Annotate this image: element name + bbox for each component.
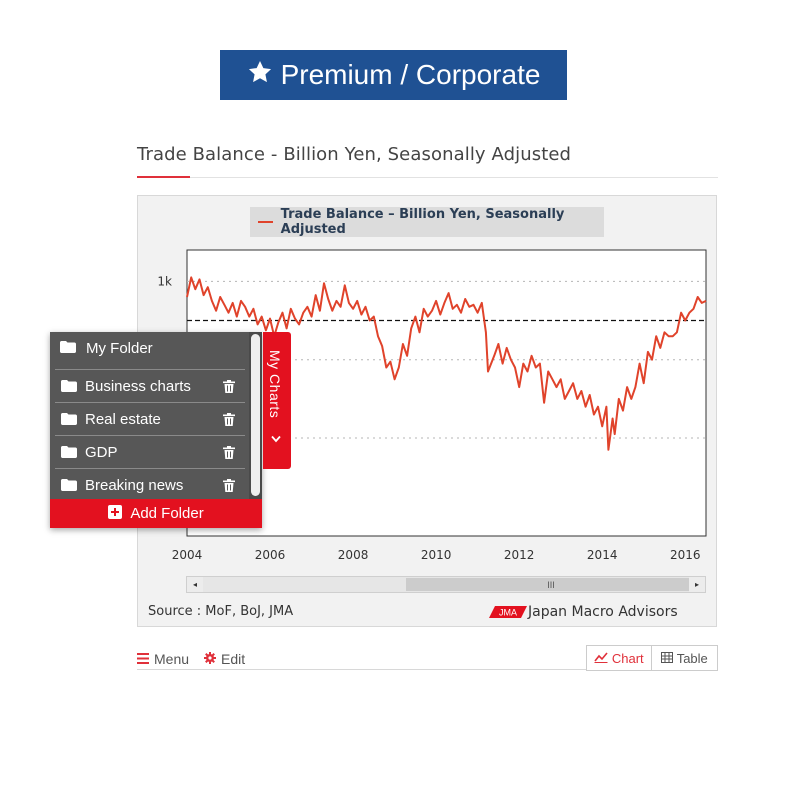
folder-panel: My Folder Business charts Real estate GD… bbox=[50, 332, 262, 528]
brand-name: Japan Macro Advisors bbox=[528, 604, 678, 620]
folder-list: My Folder Business charts Real estate GD… bbox=[50, 332, 262, 499]
scroll-right-arrow-icon: ▸ bbox=[694, 580, 699, 589]
jma-logo-icon: JMA bbox=[489, 606, 527, 618]
folder-icon bbox=[60, 340, 76, 357]
folder-icon bbox=[61, 413, 77, 425]
folder-item-label: Real estate bbox=[85, 410, 161, 428]
my-charts-tab[interactable]: My Charts bbox=[263, 332, 291, 469]
folder-icon bbox=[61, 446, 77, 458]
folder-item-breaking-news[interactable]: Breaking news bbox=[55, 468, 245, 501]
folder-icon bbox=[61, 479, 77, 491]
line-chart-icon bbox=[594, 651, 608, 666]
folder-item-business-charts[interactable]: Business charts bbox=[55, 369, 245, 402]
trash-icon[interactable] bbox=[223, 412, 235, 426]
folder-item-real-estate[interactable]: Real estate bbox=[55, 402, 245, 435]
my-folder-header[interactable]: My Folder bbox=[60, 340, 153, 357]
plus-icon bbox=[108, 504, 123, 523]
folder-item-label: GDP bbox=[85, 443, 118, 461]
folder-item-label: Breaking news bbox=[85, 476, 184, 494]
table-view-button[interactable]: Table bbox=[652, 646, 718, 670]
folder-scrollbar[interactable] bbox=[249, 332, 262, 499]
add-folder-button[interactable]: Add Folder bbox=[50, 499, 262, 528]
chart-legend[interactable]: Trade Balance – Billion Yen, Seasonally … bbox=[250, 207, 604, 237]
edit-button[interactable]: Edit bbox=[204, 651, 245, 667]
legend-swatch bbox=[258, 221, 273, 223]
gear-icon bbox=[204, 651, 216, 667]
heading-divider bbox=[137, 177, 718, 178]
scroll-thumb[interactable]: III bbox=[406, 578, 696, 591]
chart-view-label: Chart bbox=[611, 650, 644, 666]
table-view-label: Table bbox=[676, 650, 708, 666]
premium-badge-label: Premium / Corporate bbox=[280, 59, 541, 90]
view-toggle: Chart Table bbox=[586, 645, 718, 671]
legend-label: Trade Balance – Billion Yen, Seasonally … bbox=[280, 207, 565, 237]
chart-scrollbar[interactable]: ◂ III ▸ bbox=[186, 576, 706, 593]
my-charts-label: My Charts bbox=[267, 350, 283, 419]
folder-scroll-thumb[interactable] bbox=[251, 334, 260, 496]
menu-label: Menu bbox=[154, 651, 190, 667]
menu-button[interactable]: Menu bbox=[137, 651, 189, 667]
premium-badge[interactable]: Premium / Corporate bbox=[220, 50, 567, 100]
folder-icon bbox=[61, 380, 77, 392]
scroll-left-button[interactable]: ◂ bbox=[187, 577, 203, 592]
scroll-grip-icon: III bbox=[547, 579, 555, 590]
trash-icon[interactable] bbox=[223, 445, 235, 459]
source-note: Source : MoF, BoJ, JMA bbox=[148, 604, 294, 619]
scroll-right-button[interactable]: ▸ bbox=[689, 577, 705, 592]
trash-icon[interactable] bbox=[223, 379, 235, 393]
jma-logo-text: JMA bbox=[499, 608, 517, 618]
star-icon bbox=[247, 59, 273, 92]
chart-title: Trade Balance - Billion Yen, Seasonally … bbox=[137, 144, 572, 165]
edit-label: Edit bbox=[221, 651, 246, 667]
folder-item-label: Business charts bbox=[85, 377, 191, 395]
my-folder-label: My Folder bbox=[86, 340, 153, 357]
chart-view-button[interactable]: Chart bbox=[587, 646, 652, 670]
add-folder-label: Add Folder bbox=[130, 505, 204, 522]
folder-item-gdp[interactable]: GDP bbox=[55, 435, 245, 468]
hamburger-icon bbox=[137, 651, 149, 667]
heading-accent-bar bbox=[137, 176, 190, 178]
scroll-left-arrow-icon: ◂ bbox=[192, 580, 197, 589]
table-icon bbox=[660, 651, 673, 666]
chevron-down-icon bbox=[271, 432, 281, 446]
trash-icon[interactable] bbox=[223, 478, 235, 492]
